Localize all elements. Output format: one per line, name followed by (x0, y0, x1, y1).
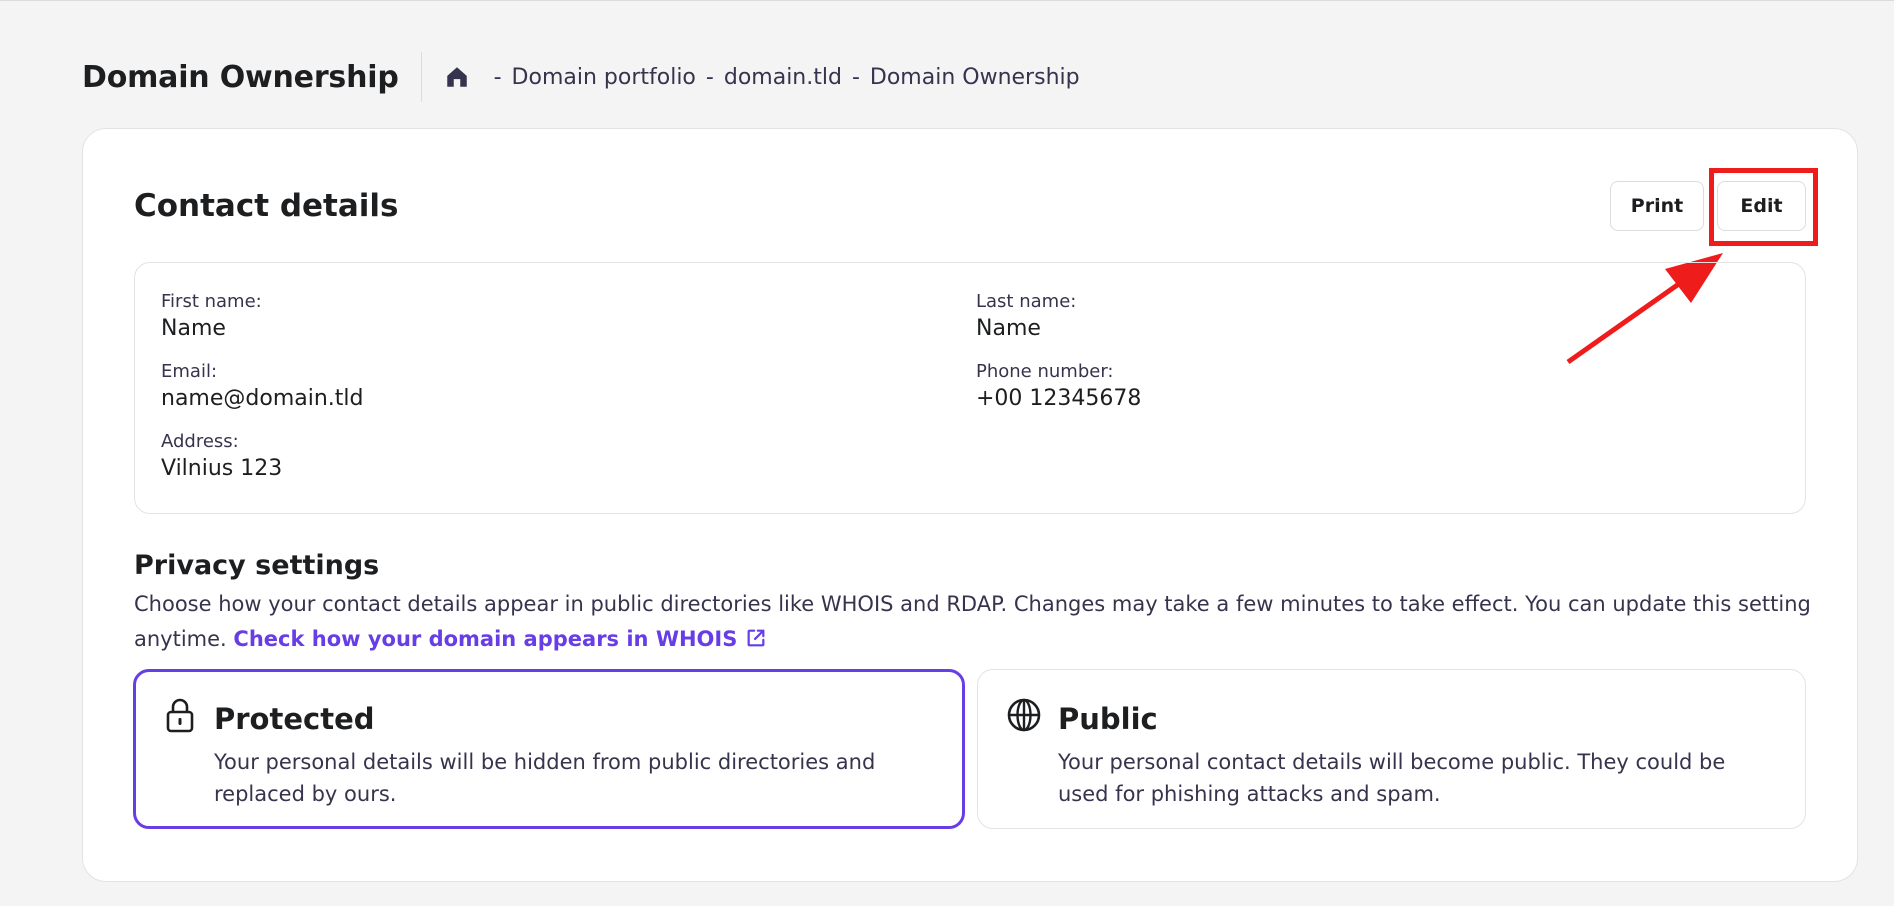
contact-details-title: Contact details (134, 188, 399, 224)
breadcrumb: - Domain portfolio - domain.tld - Domain… (444, 63, 1080, 91)
address-field: Address: Vilnius 123 (161, 431, 282, 481)
header-divider (420, 52, 422, 102)
whois-check-link[interactable]: Check how your domain appears in WHOIS (233, 627, 767, 651)
first-name-value: Name (161, 316, 226, 341)
email-value: name@domain.tld (161, 386, 364, 411)
public-title: Public (1058, 702, 1158, 736)
edit-highlight-box (1709, 168, 1818, 246)
home-icon[interactable] (444, 63, 472, 91)
contact-details-box: First name: Name Last name: Name Email: … (134, 262, 1806, 514)
page-title: Domain Ownership (82, 59, 399, 95)
address-label: Address: (161, 431, 239, 452)
first-name-label: First name: (161, 291, 262, 312)
breadcrumb-current: Domain Ownership (869, 64, 1080, 90)
privacy-option-public[interactable]: Public Your personal contact details wil… (977, 669, 1806, 829)
whois-link-label: Check how your domain appears in WHOIS (233, 627, 738, 651)
phone-label: Phone number: (976, 361, 1114, 382)
page-header: Domain Ownership - Domain portfolio - do… (82, 52, 1080, 102)
globe-icon (1007, 698, 1041, 732)
lock-icon (166, 698, 194, 733)
print-button[interactable]: Print (1610, 181, 1704, 231)
top-border (0, 0, 1894, 1)
breadcrumb-domain-portfolio[interactable]: Domain portfolio (512, 65, 696, 90)
privacy-option-protected[interactable]: Protected Your personal details will be … (133, 669, 965, 829)
external-link-icon (747, 629, 765, 647)
protected-description: Your personal details will be hidden fro… (214, 750, 876, 806)
phone-value: +00 12345678 (976, 386, 1142, 411)
phone-field: Phone number: +00 12345678 (976, 361, 1141, 411)
public-description: Your personal contact details will becom… (1058, 750, 1726, 806)
email-label: Email: (161, 361, 218, 382)
last-name-label: Last name: (976, 291, 1077, 312)
email-field: Email: name@domain.tld (161, 361, 363, 411)
last-name-value: Name (976, 316, 1041, 341)
breadcrumb-separator: - (851, 64, 860, 90)
breadcrumb-separator: - (705, 64, 714, 90)
contact-card: Contact details Print Edit First name: N… (82, 128, 1858, 882)
privacy-settings-title: Privacy settings (134, 550, 380, 581)
address-value: Vilnius 123 (161, 456, 283, 481)
last-name-field: Last name: Name (976, 291, 1076, 341)
protected-title: Protected (214, 702, 375, 736)
breadcrumb-separator: - (493, 64, 502, 90)
privacy-description: Choose how your contact details appear i… (134, 587, 1824, 657)
first-name-field: First name: Name (161, 291, 262, 341)
breadcrumb-domain[interactable]: domain.tld (724, 65, 842, 90)
